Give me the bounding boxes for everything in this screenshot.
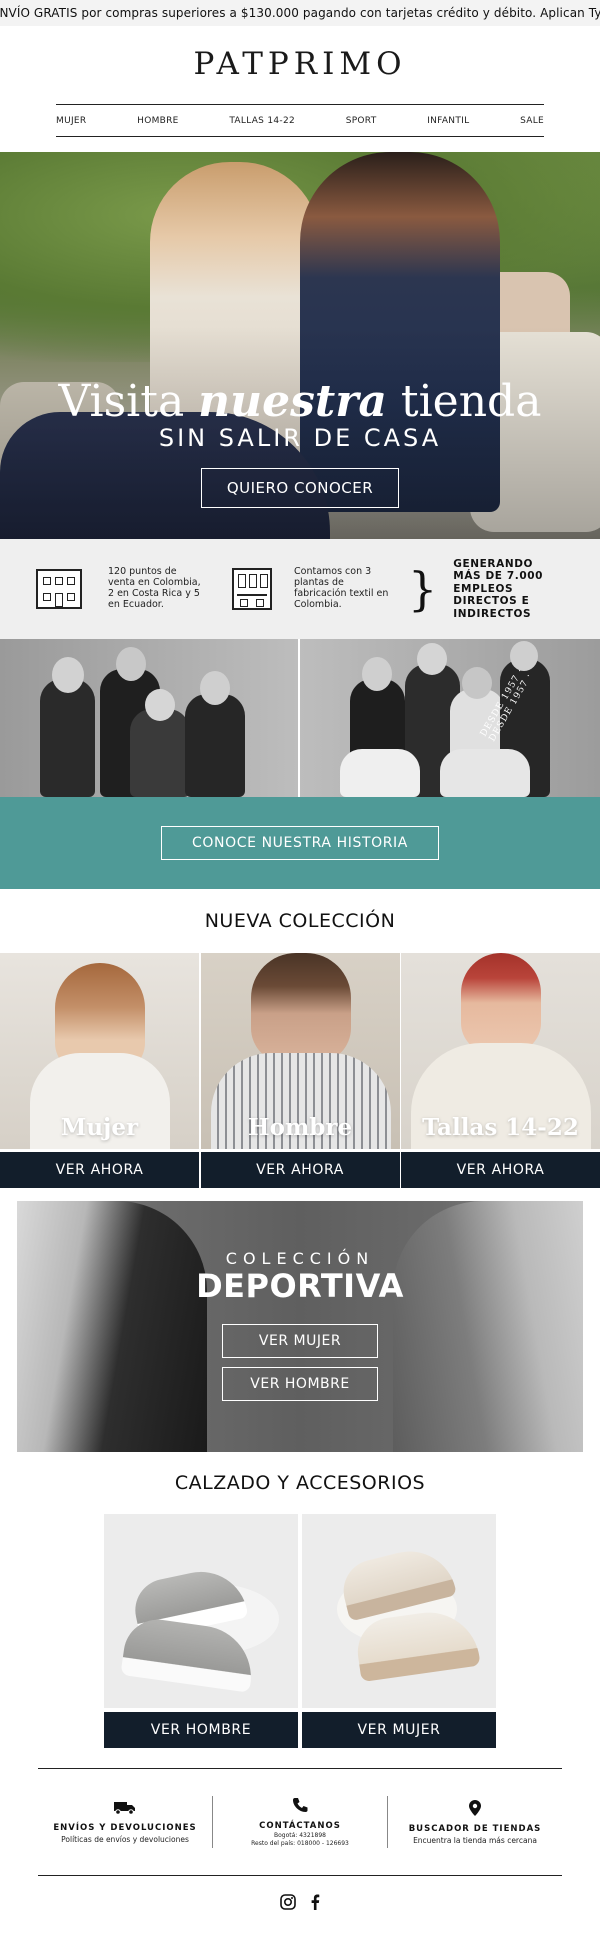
store-icon xyxy=(36,569,82,609)
footer-shipping[interactable]: ENVÍOS Y DEVOLUCIONES Políticas de envío… xyxy=(38,1800,212,1844)
brand-logo[interactable]: PATPRIMO xyxy=(194,46,407,82)
main-nav: MUJER HOMBRE TALLAS 14-22 SPORT INFANTIL… xyxy=(56,104,544,137)
team-photo-1 xyxy=(0,639,298,797)
footer-stores-sub[interactable]: Encuentra la tienda más cercana xyxy=(413,1836,537,1845)
nav-item-sport[interactable]: SPORT xyxy=(346,116,377,126)
logo-area: PATPRIMO xyxy=(0,26,600,88)
footwear-card-hombre[interactable]: VER HOMBRE xyxy=(104,1514,298,1748)
footer-shipping-title[interactable]: ENVÍOS Y DEVOLUCIONES xyxy=(53,1823,196,1833)
sport-model-woman xyxy=(17,1201,207,1452)
ver-ahora-mujer-button[interactable]: VER AHORA xyxy=(0,1152,199,1188)
email-page: ENVÍO GRATIS por compras superiores a $1… xyxy=(0,0,600,1944)
footer-contact-national[interactable]: Resto del país: 018000 - 126693 xyxy=(251,1840,349,1847)
social-links xyxy=(0,1876,600,1910)
footer-shipping-sub[interactable]: Políticas de envíos y devoluciones xyxy=(61,1835,189,1844)
stat-jobs: GENERANDO MÁS DE 7.000 EMPLEOS DIRECTOS … xyxy=(453,557,544,620)
new-collection-title: NUEVA COLECCIÓN xyxy=(204,910,396,932)
company-stats: 120 puntos de venta en Colombia, 2 en Co… xyxy=(0,539,600,639)
stat-plants-text: Contamos con 3 plantas de fabricación te… xyxy=(294,566,389,610)
collection-image-mujer[interactable]: Mujer xyxy=(0,953,199,1149)
collection-card-mujer[interactable]: Mujer VER AHORA xyxy=(0,953,199,1188)
footwear-image-hombre[interactable] xyxy=(104,1514,298,1708)
nav-item-mujer[interactable]: MUJER xyxy=(56,116,86,126)
hero-title: Visita nuestra tienda xyxy=(58,376,542,427)
ver-hombre-sport-button[interactable]: VER HOMBRE xyxy=(222,1367,378,1401)
footwear-title: CALZADO Y ACCESORIOS xyxy=(174,1472,426,1494)
ver-ahora-tallas-button[interactable]: VER AHORA xyxy=(401,1152,600,1188)
hero-banner[interactable]: Visita nuestra tienda SIN SALIR DE CASA … xyxy=(0,152,600,539)
nav-item-tallas[interactable]: TALLAS 14-22 xyxy=(229,116,295,126)
team-photo-2: DESDE 1957 · DESDE 1957 · xyxy=(300,639,600,797)
footwear-heading: CALZADO Y ACCESORIOS xyxy=(0,1452,600,1514)
collection-card-hombre[interactable]: Hombre VER AHORA xyxy=(200,953,400,1188)
footer-store-finder[interactable]: BUSCADOR DE TIENDAS Encuentra la tienda … xyxy=(388,1799,562,1845)
ver-hombre-footwear-button[interactable]: VER HOMBRE xyxy=(104,1712,298,1748)
nav-item-sale[interactable]: SALE xyxy=(520,116,544,126)
quiero-conocer-button[interactable]: QUIERO CONOCER xyxy=(201,468,399,508)
collection-card-tallas[interactable]: Tallas 14-22 VER AHORA xyxy=(401,953,600,1188)
collection-image-hombre[interactable]: Hombre xyxy=(200,953,400,1149)
footer-links: ENVÍOS Y DEVOLUCIONES Políticas de envío… xyxy=(38,1769,562,1875)
collection-caption-mujer: Mujer xyxy=(60,1114,139,1141)
factory-icon xyxy=(232,568,272,610)
footer-contact-bogota[interactable]: Bogotá: 4321898 xyxy=(274,1832,326,1839)
sport-model-man xyxy=(393,1201,583,1452)
nav-item-infantil[interactable]: INFANTIL xyxy=(427,116,469,126)
conoce-historia-button[interactable]: CONOCE NUESTRA HISTORIA xyxy=(161,826,439,860)
nav-item-hombre[interactable]: HOMBRE xyxy=(137,116,179,126)
history-band: CONOCE NUESTRA HISTORIA xyxy=(0,797,600,889)
team-photos: DESDE 1957 · DESDE 1957 · xyxy=(0,639,600,797)
facebook-icon[interactable] xyxy=(310,1894,320,1910)
footer-contact[interactable]: CONTÁCTANOS Bogotá: 4321898 Resto del pa… xyxy=(213,1797,387,1847)
sport-kicker: COLECCIÓN xyxy=(225,1249,375,1268)
footwear-grid: VER HOMBRE VER MUJER xyxy=(0,1514,600,1748)
footer-stores-title[interactable]: BUSCADOR DE TIENDAS xyxy=(409,1824,542,1834)
ver-mujer-footwear-button[interactable]: VER MUJER xyxy=(302,1712,496,1748)
phone-icon xyxy=(292,1797,308,1817)
footer-contact-title[interactable]: CONTÁCTANOS xyxy=(259,1821,341,1831)
brace-divider: } xyxy=(408,562,438,616)
stat-stores-text: 120 puntos de venta en Colombia, 2 en Co… xyxy=(108,566,201,610)
new-collection-heading: NUEVA COLECCIÓN xyxy=(0,889,600,953)
ver-mujer-sport-button[interactable]: VER MUJER xyxy=(222,1324,378,1358)
truck-icon xyxy=(114,1800,136,1819)
footwear-card-mujer[interactable]: VER MUJER xyxy=(302,1514,496,1748)
instagram-icon[interactable] xyxy=(280,1894,296,1910)
ver-ahora-hombre-button[interactable]: VER AHORA xyxy=(200,1152,400,1188)
hero-subtitle: SIN SALIR DE CASA xyxy=(158,424,442,452)
sport-title: DEPORTIVA xyxy=(196,1267,404,1305)
collection-image-tallas[interactable]: Tallas 14-22 xyxy=(401,953,600,1149)
collection-caption-hombre: Hombre xyxy=(247,1114,353,1141)
stat-plants: Contamos con 3 plantas de fabricación te… xyxy=(204,566,390,611)
stat-stores: 120 puntos de venta en Colombia, 2 en Co… xyxy=(36,566,204,611)
promo-banner[interactable]: ENVÍO GRATIS por compras superiores a $1… xyxy=(0,0,600,26)
sport-collection-banner[interactable]: COLECCIÓN DEPORTIVA VER MUJER VER HOMBRE xyxy=(17,1201,583,1452)
location-pin-icon xyxy=(469,1799,481,1820)
new-collection-grid: Mujer VER AHORA Hombre VER AHORA Tallas … xyxy=(0,953,600,1188)
collection-caption-tallas: Tallas 14-22 xyxy=(422,1114,579,1141)
footwear-image-mujer[interactable] xyxy=(302,1514,496,1708)
